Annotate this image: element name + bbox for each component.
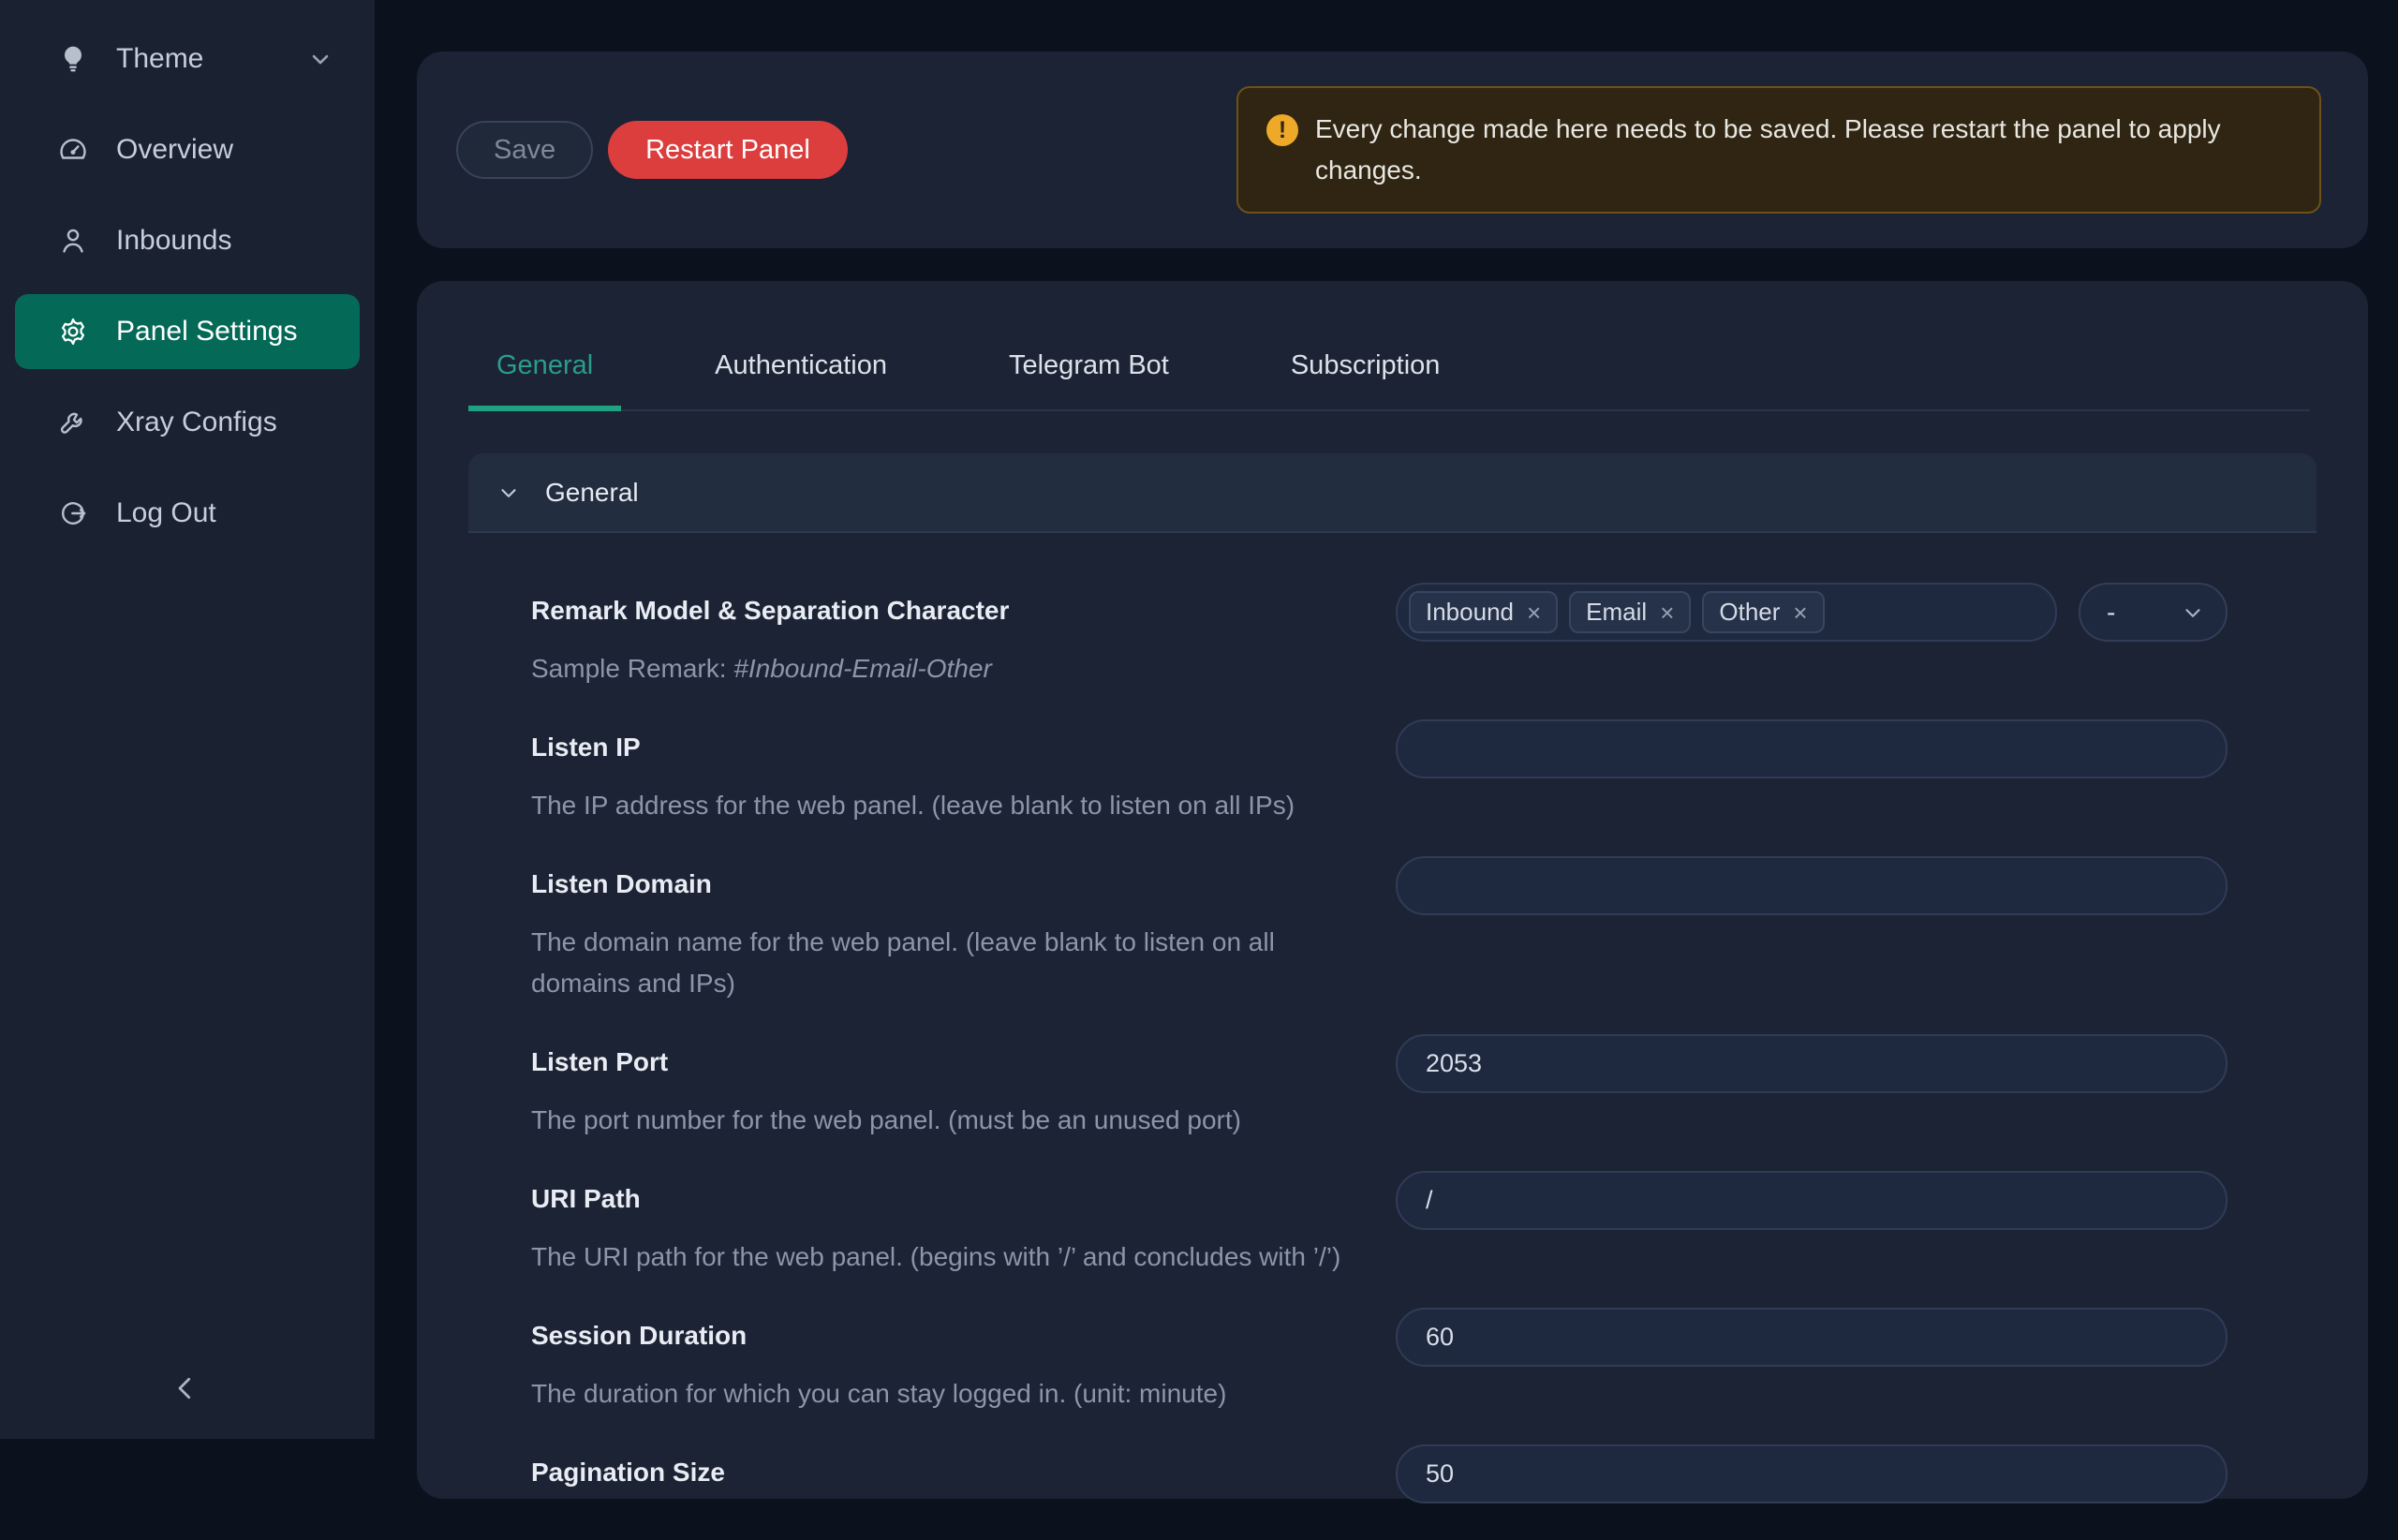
user-icon — [56, 224, 90, 258]
sidebar-item-log-out[interactable]: Log Out — [15, 476, 360, 551]
remove-tag-icon[interactable]: × — [1527, 600, 1541, 625]
listen-domain-input[interactable] — [1396, 856, 2228, 915]
chevron-down-icon — [496, 481, 521, 505]
form-row-remark-model: Remark Model & Separation Character Samp… — [531, 583, 2228, 689]
tab-general[interactable]: General — [468, 339, 621, 409]
sidebar-item-label: Log Out — [116, 497, 216, 529]
logout-icon — [56, 496, 90, 530]
restart-warning-alert: ! Every change made here needs to be sav… — [1236, 86, 2321, 214]
section-title: General — [545, 478, 639, 508]
remark-tag-inbound: Inbound × — [1409, 591, 1558, 633]
remark-tag-other: Other × — [1702, 591, 1824, 633]
form-row-listen-domain: Listen Domain The domain name for the we… — [531, 856, 2228, 1004]
settings-tab-bar: General Authentication Telegram Bot Subs… — [468, 339, 2310, 411]
field-label: URI Path — [531, 1180, 1396, 1218]
field-label: Session Duration — [531, 1317, 1396, 1355]
sidebar-item-label: Theme — [116, 43, 203, 75]
form-row-uri-path: URI Path The URI path for the web panel.… — [531, 1171, 2228, 1278]
sidebar-item-panel-settings[interactable]: Panel Settings — [15, 294, 360, 369]
listen-ip-input[interactable] — [1396, 719, 2228, 778]
sidebar-menu: Theme Overview Inbounds Panel Settings — [0, 0, 375, 551]
field-description: The domain name for the web panel. (leav… — [531, 922, 1318, 1004]
alert-message: Every change made here needs to be saved… — [1315, 109, 2291, 191]
sidebar: Theme Overview Inbounds Panel Settings — [0, 0, 375, 1439]
form-row-session-duration: Session Duration The duration for which … — [531, 1308, 2228, 1414]
form-row-pagination-size: Pagination Size — [531, 1444, 2228, 1510]
sidebar-item-label: Xray Configs — [116, 407, 277, 438]
tab-authentication[interactable]: Authentication — [687, 339, 915, 409]
field-label: Listen IP — [531, 729, 1396, 766]
sidebar-item-theme[interactable]: Theme — [15, 22, 360, 96]
field-description: Sample Remark: #Inbound-Email-Other — [531, 648, 1396, 689]
session-duration-input[interactable] — [1396, 1308, 2228, 1367]
tab-telegram-bot[interactable]: Telegram Bot — [981, 339, 1197, 409]
wrench-icon — [56, 406, 90, 439]
remove-tag-icon[interactable]: × — [1660, 600, 1674, 625]
warning-icon: ! — [1266, 114, 1298, 146]
gear-icon — [56, 315, 90, 348]
listen-port-input[interactable] — [1396, 1034, 2228, 1093]
field-description: The duration for which you can stay logg… — [531, 1373, 1396, 1414]
form-row-listen-port: Listen Port The port number for the web … — [531, 1034, 2228, 1141]
remark-tag-email: Email × — [1569, 591, 1691, 633]
sidebar-item-overview[interactable]: Overview — [15, 112, 360, 187]
remark-model-multiselect[interactable]: Inbound × Email × Other × — [1396, 583, 2057, 642]
save-button[interactable]: Save — [456, 121, 593, 179]
field-description: The IP address for the web panel. (leave… — [531, 785, 1396, 826]
toolbar-card: Save Restart Panel ! Every change made h… — [417, 52, 2368, 248]
field-label: Remark Model & Separation Character — [531, 592, 1396, 629]
field-label: Listen Port — [531, 1044, 1396, 1081]
dashboard-icon — [56, 133, 90, 167]
sidebar-item-inbounds[interactable]: Inbounds — [15, 203, 360, 278]
field-description: The port number for the web panel. (must… — [531, 1100, 1396, 1141]
sidebar-item-label: Inbounds — [116, 225, 231, 257]
chevron-left-icon — [169, 1371, 202, 1405]
sidebar-collapse-button[interactable] — [157, 1360, 214, 1416]
panel-settings-card: General Authentication Telegram Bot Subs… — [417, 281, 2368, 1499]
sidebar-item-label: Overview — [116, 134, 233, 166]
pagination-size-input[interactable] — [1396, 1444, 2228, 1503]
general-section: General Remark Model & Separation Charac… — [468, 453, 2317, 1540]
chevron-down-icon — [2181, 600, 2205, 625]
tab-subscription[interactable]: Subscription — [1263, 339, 1469, 409]
general-section-body: Remark Model & Separation Character Samp… — [468, 533, 2317, 1510]
form-row-listen-ip: Listen IP The IP address for the web pan… — [531, 719, 2228, 826]
remove-tag-icon[interactable]: × — [1793, 600, 1807, 625]
general-section-header[interactable]: General — [468, 453, 2317, 533]
sample-remark-value: #Inbound-Email-Other — [733, 654, 991, 683]
field-label: Pagination Size — [531, 1454, 1396, 1491]
uri-path-input[interactable] — [1396, 1171, 2228, 1230]
separator-value: - — [2107, 598, 2115, 628]
lightbulb-icon — [56, 42, 90, 76]
field-description: The URI path for the web panel. (begins … — [531, 1236, 1396, 1278]
sidebar-item-label: Panel Settings — [116, 316, 297, 348]
chevron-down-icon — [307, 46, 333, 72]
restart-panel-button[interactable]: Restart Panel — [608, 121, 848, 179]
sidebar-item-xray-configs[interactable]: Xray Configs — [15, 385, 360, 460]
separator-select[interactable]: - — [2079, 583, 2228, 642]
field-label: Listen Domain — [531, 866, 1396, 903]
